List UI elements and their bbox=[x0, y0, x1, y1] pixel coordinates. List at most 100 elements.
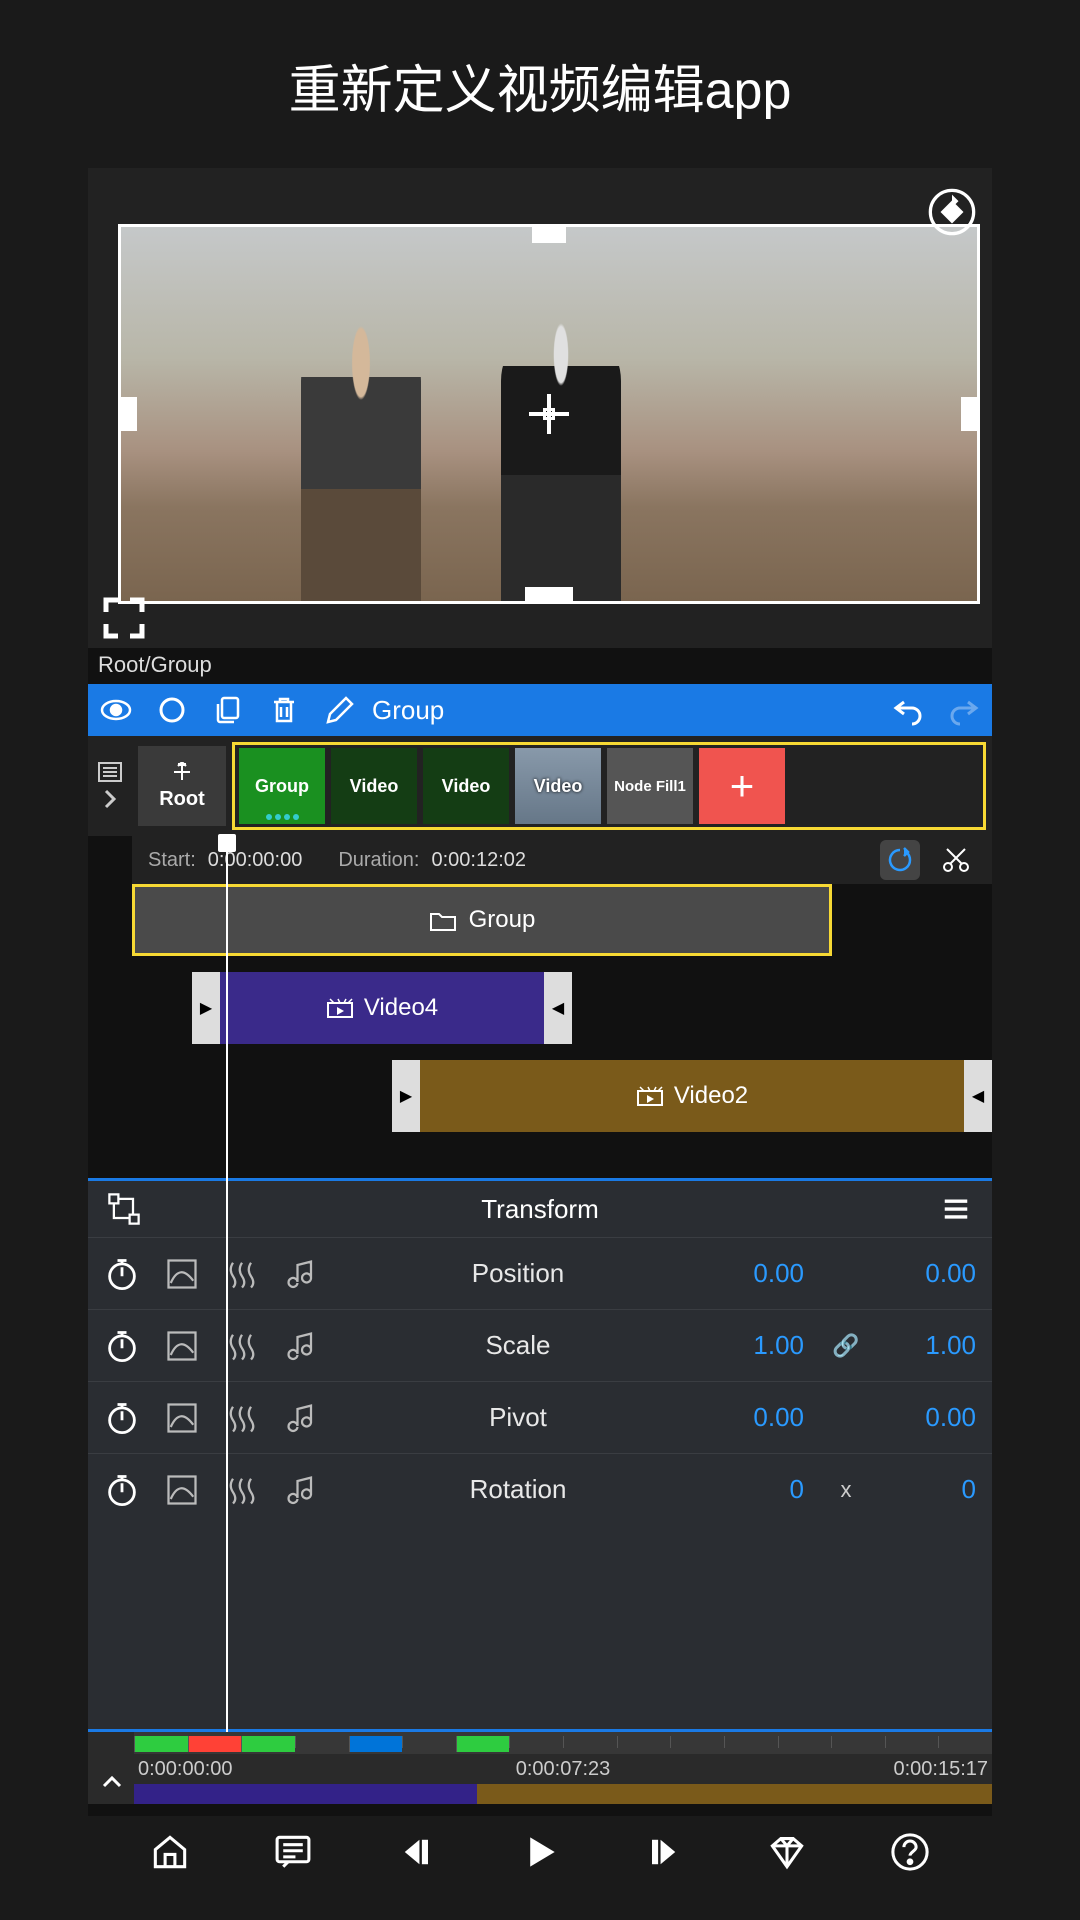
video-subject-1 bbox=[301, 321, 421, 601]
timeline-clip-group[interactable]: Group bbox=[132, 884, 832, 956]
step-forward-button[interactable] bbox=[641, 1830, 685, 1874]
copy-icon[interactable] bbox=[212, 694, 244, 726]
resize-handle[interactable] bbox=[525, 587, 573, 604]
property-value-x[interactable]: 0 bbox=[716, 1474, 804, 1505]
property-value-y[interactable]: 0.00 bbox=[888, 1258, 976, 1289]
chevron-right-icon bbox=[100, 787, 120, 811]
breadcrumb: Root/Group bbox=[98, 652, 212, 678]
timeline-clip-video2[interactable]: ▶ Video2 ◀ bbox=[392, 1060, 992, 1132]
music-icon[interactable] bbox=[284, 1400, 320, 1436]
curve-icon[interactable] bbox=[164, 1400, 200, 1436]
resize-handle[interactable] bbox=[532, 224, 566, 243]
bottom-nav bbox=[88, 1816, 992, 1888]
music-icon[interactable] bbox=[284, 1256, 320, 1292]
home-button[interactable] bbox=[148, 1830, 192, 1874]
collapse-button[interactable] bbox=[98, 1768, 126, 1796]
fullscreen-button[interactable] bbox=[100, 594, 148, 642]
folder-icon bbox=[429, 908, 457, 932]
reset-time-button[interactable] bbox=[880, 840, 920, 880]
clip-trim-left[interactable]: ▶ bbox=[192, 972, 220, 1044]
stopwatch-icon[interactable] bbox=[104, 1328, 140, 1364]
transform-row: Rotation 0x0 bbox=[88, 1453, 992, 1525]
transform-node-icon[interactable] bbox=[106, 1191, 142, 1227]
property-value-x[interactable]: 0.00 bbox=[716, 1258, 804, 1289]
node-group[interactable]: Group bbox=[239, 748, 325, 824]
property-value-y[interactable]: 1.00 bbox=[888, 1330, 976, 1361]
curve-icon[interactable] bbox=[164, 1256, 200, 1292]
preview-frame[interactable] bbox=[118, 224, 980, 604]
property-value-x[interactable]: 0.00 bbox=[716, 1402, 804, 1433]
visibility-icon[interactable] bbox=[100, 694, 132, 726]
link-icon[interactable]: x bbox=[828, 1477, 864, 1503]
page-title: 重新定义视频编辑app bbox=[0, 0, 1080, 179]
property-value-y[interactable]: 0 bbox=[888, 1474, 976, 1505]
add-node-button[interactable]: + bbox=[699, 748, 785, 824]
node-fill[interactable]: Node Fill1 bbox=[607, 748, 693, 824]
play-button[interactable] bbox=[518, 1830, 562, 1874]
curve-icon[interactable] bbox=[164, 1472, 200, 1508]
resize-handle[interactable] bbox=[961, 397, 980, 431]
playhead[interactable] bbox=[226, 836, 228, 1732]
layer-name: Group bbox=[372, 695, 444, 726]
ruler-overview[interactable] bbox=[134, 1784, 992, 1804]
property-value-y[interactable]: 0.00 bbox=[888, 1402, 976, 1433]
property-label: Position bbox=[344, 1258, 692, 1289]
premium-button[interactable] bbox=[765, 1830, 809, 1874]
node-video[interactable]: Video bbox=[331, 748, 417, 824]
timing-row: Start: 0:00:00:00 Duration: 0:00:12:02 bbox=[132, 836, 992, 884]
menu-icon[interactable] bbox=[938, 1191, 974, 1227]
timeline-clip-video4[interactable]: ▶ Video4 ◀ bbox=[192, 972, 572, 1044]
video-subject-2 bbox=[501, 321, 621, 601]
wiggle-icon[interactable] bbox=[224, 1472, 260, 1508]
wiggle-icon[interactable] bbox=[224, 1256, 260, 1292]
clip-icon bbox=[636, 1085, 664, 1107]
start-label: Start: bbox=[148, 849, 196, 872]
comment-button[interactable] bbox=[271, 1830, 315, 1874]
edit-toolbar: Group bbox=[88, 684, 992, 736]
property-value-x[interactable]: 1.00 bbox=[716, 1330, 804, 1361]
stopwatch-icon[interactable] bbox=[104, 1256, 140, 1292]
clip-trim-left[interactable]: ▶ bbox=[392, 1060, 420, 1132]
property-label: Pivot bbox=[344, 1402, 692, 1433]
panel-title: Transform bbox=[142, 1194, 938, 1225]
duration-label: Duration: bbox=[338, 849, 419, 872]
root-button[interactable]: Root bbox=[138, 746, 226, 826]
transform-row: Pivot 0.00 0.00 bbox=[88, 1381, 992, 1453]
node-video[interactable]: Video bbox=[423, 748, 509, 824]
transform-row: Position 0.00 0.00 bbox=[88, 1237, 992, 1309]
clip-icon bbox=[326, 997, 354, 1019]
transform-row: Scale 1.00 🔗 1.00 bbox=[88, 1309, 992, 1381]
time-ruler[interactable]: 0:00:00:00 0:00:07:23 0:00:15:17 bbox=[88, 1732, 992, 1804]
music-icon[interactable] bbox=[284, 1472, 320, 1508]
preview-area[interactable]: Root/Group bbox=[88, 168, 992, 648]
duration-value[interactable]: 0:00:12:02 bbox=[431, 849, 526, 872]
curve-icon[interactable] bbox=[164, 1328, 200, 1364]
stopwatch-icon[interactable] bbox=[104, 1472, 140, 1508]
undo-button[interactable] bbox=[892, 694, 924, 726]
help-button[interactable] bbox=[888, 1830, 932, 1874]
stopwatch-icon[interactable] bbox=[104, 1400, 140, 1436]
circle-icon[interactable] bbox=[156, 694, 188, 726]
cut-button[interactable] bbox=[936, 840, 976, 880]
node-video[interactable]: Video bbox=[515, 748, 601, 824]
music-icon[interactable] bbox=[284, 1328, 320, 1364]
reset-rotation-button[interactable] bbox=[926, 186, 978, 238]
link-icon[interactable]: 🔗 bbox=[828, 1333, 864, 1359]
clip-trim-right[interactable]: ◀ bbox=[964, 1060, 992, 1132]
redo-button[interactable] bbox=[948, 694, 980, 726]
ruler-ticks bbox=[134, 1732, 992, 1754]
delete-icon[interactable] bbox=[268, 694, 300, 726]
edit-icon[interactable] bbox=[324, 694, 356, 726]
node-strip: Root Group Video Video Video Node Fill1 … bbox=[132, 736, 992, 836]
center-crosshair-icon bbox=[529, 394, 569, 434]
transform-panel: Transform Position 0.00 0.00 Scale 1.00 🔗 1.00… bbox=[88, 1178, 992, 1732]
property-label: Scale bbox=[344, 1330, 692, 1361]
wiggle-icon[interactable] bbox=[224, 1328, 260, 1364]
wiggle-icon[interactable] bbox=[224, 1400, 260, 1436]
property-label: Rotation bbox=[344, 1474, 692, 1505]
clip-trim-right[interactable]: ◀ bbox=[544, 972, 572, 1044]
sidebar-toggle[interactable] bbox=[88, 736, 132, 836]
step-back-button[interactable] bbox=[395, 1830, 439, 1874]
app-window: Root/Group Group Root Group Video Video … bbox=[88, 168, 992, 1888]
resize-handle[interactable] bbox=[118, 397, 137, 431]
